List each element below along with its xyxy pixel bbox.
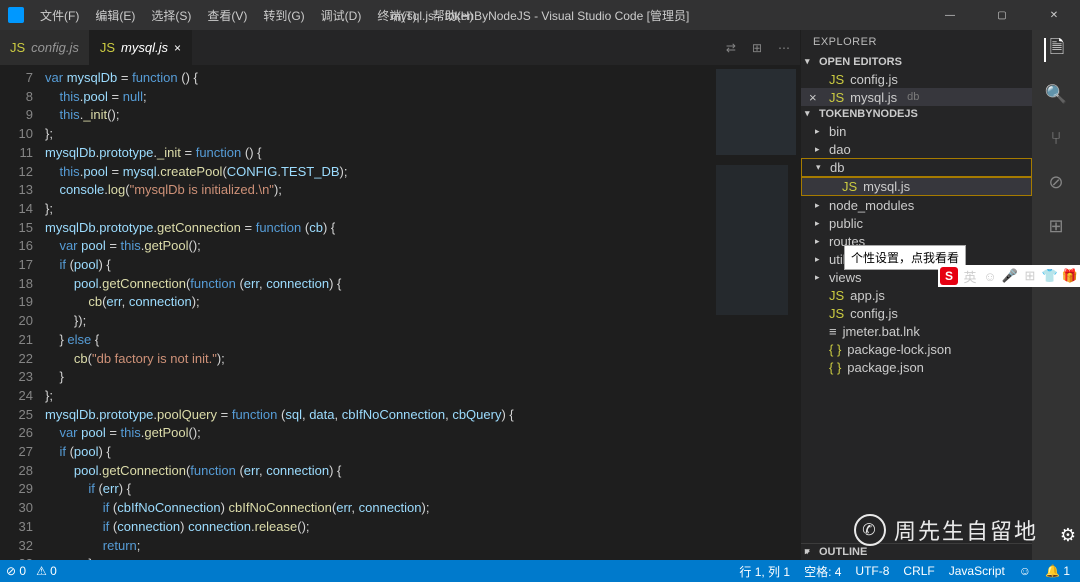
js-file-icon: JS: [829, 72, 844, 87]
minimap[interactable]: [712, 65, 800, 560]
ime-icon[interactable]: 👕: [1042, 268, 1058, 284]
maximize-button[interactable]: ▢: [984, 10, 1020, 21]
watermark: ✆ 周先生自留地: [854, 514, 1038, 546]
folder-item[interactable]: ▸public: [801, 214, 1032, 232]
menu-item[interactable]: 选择(S): [143, 3, 199, 28]
menu-item[interactable]: 转到(G): [255, 3, 312, 28]
title-bar: 文件(F)编辑(E)选择(S)查看(V)转到(G)调试(D)终端(T)帮助(H)…: [0, 0, 1080, 30]
editor-tabs: JSconfig.jsJSmysql.js× ⇄ ⊞ ⋯: [0, 30, 800, 65]
status-item[interactable]: 🔔 1: [1045, 564, 1070, 578]
ime-icon[interactable]: 🎤: [1002, 268, 1018, 284]
tab-action-icon[interactable]: ⊞: [752, 41, 762, 55]
wechat-icon: ✆: [854, 514, 886, 546]
json-file-icon: { }: [829, 360, 841, 375]
menu-item[interactable]: 文件(F): [32, 3, 87, 28]
menu-item[interactable]: 编辑(E): [87, 3, 143, 28]
file-icon: ≡: [829, 324, 837, 339]
status-right: 行 1, 列 1 空格: 4 UTF-8 CRLF JavaScript ☺ 🔔 1: [739, 563, 1080, 580]
debug-icon[interactable]: ⊘: [1044, 170, 1068, 194]
status-item[interactable]: 空格: 4: [804, 563, 841, 580]
open-editor-item[interactable]: ×JSmysql.jsdb: [801, 88, 1032, 106]
editor-group: JSconfig.jsJSmysql.js× ⇄ ⊞ ⋯ 78910111213141…: [0, 30, 800, 560]
search-icon[interactable]: 🔍: [1044, 82, 1068, 106]
status-item[interactable]: ⚠ 0: [36, 564, 57, 578]
status-item[interactable]: JavaScript: [949, 564, 1005, 578]
js-file-icon: JS: [100, 40, 115, 55]
folder-item[interactable]: ▸dao: [801, 140, 1032, 158]
extensions-icon[interactable]: ⊞: [1044, 214, 1068, 238]
ime-icon[interactable]: 英: [962, 268, 978, 284]
window-title: mysql.js - tokenByNodeJS - Visual Studio…: [391, 7, 690, 24]
explorer-sidebar: EXPLORER OPEN EDITORS JSconfig.js × JSmysq…: [800, 30, 1032, 560]
status-bar: ⊘ 0 ⚠ 0 行 1, 列 1 空格: 4 UTF-8 CRLF JavaScript ☺…: [0, 560, 1080, 582]
code-editor[interactable]: 7891011121314151617181920212223242526272…: [0, 65, 800, 560]
js-file-icon: JS: [829, 306, 844, 321]
activity-bar: 🗎 🔍 ⑂ ⊘ ⊞: [1032, 30, 1080, 560]
json-file-icon: { }: [829, 342, 841, 357]
status-item[interactable]: CRLF: [903, 564, 934, 578]
folder-item[interactable]: ▸bin: [801, 122, 1032, 140]
file-item[interactable]: ≡jmeter.bat.lnk: [801, 322, 1032, 340]
window-controls: — ▢ ✕: [932, 10, 1072, 21]
ime-toolbar[interactable]: S 英☺🎤⊞👕🎁: [938, 265, 1080, 287]
file-item[interactable]: { }package.json: [801, 358, 1032, 376]
project-section[interactable]: TOKENBYNODEJS: [801, 106, 1032, 122]
ime-icon[interactable]: ⊞: [1022, 268, 1038, 284]
status-item[interactable]: ☺: [1019, 564, 1031, 578]
explorer-header: EXPLORER: [801, 30, 1032, 54]
file-item[interactable]: JSconfig.js: [801, 304, 1032, 322]
open-editors-section[interactable]: OPEN EDITORS: [801, 54, 1032, 70]
folder-item[interactable]: ▸node_modules: [801, 196, 1032, 214]
js-file-icon: JS: [842, 179, 857, 194]
status-item[interactable]: UTF-8: [855, 564, 889, 578]
js-file-icon: JS: [10, 40, 25, 55]
line-gutter: 7891011121314151617181920212223242526272…: [0, 65, 45, 560]
js-file-icon: JS: [829, 90, 844, 105]
close-button[interactable]: ✕: [1036, 10, 1072, 21]
tab-actions: ⇄ ⊞ ⋯: [726, 30, 800, 65]
status-item[interactable]: 行 1, 列 1: [739, 563, 790, 580]
source-control-icon[interactable]: ⑂: [1044, 126, 1068, 150]
minimize-button[interactable]: —: [932, 10, 968, 21]
settings-gear-icon[interactable]: ⚙: [1060, 525, 1076, 546]
sogou-logo-icon[interactable]: S: [940, 267, 958, 285]
file-item[interactable]: JSmysql.js: [801, 177, 1032, 196]
vscode-logo-icon: [8, 7, 24, 23]
menu-item[interactable]: 查看(V): [199, 3, 255, 28]
close-icon[interactable]: ×: [174, 41, 181, 55]
folder-item[interactable]: ▾db: [801, 158, 1032, 177]
open-editor-item[interactable]: JSconfig.js: [801, 70, 1032, 88]
ime-icon[interactable]: 🎁: [1062, 268, 1078, 284]
status-left: ⊘ 0 ⚠ 0: [0, 564, 57, 578]
editor-tab[interactable]: JSconfig.js: [0, 30, 90, 65]
code-content[interactable]: var mysqlDb = function () { this.pool = …: [45, 65, 712, 560]
menu-item[interactable]: 调试(D): [313, 3, 370, 28]
tab-action-icon[interactable]: ⋯: [778, 41, 790, 55]
close-icon[interactable]: ×: [809, 90, 817, 105]
editor-tab[interactable]: JSmysql.js×: [90, 30, 192, 65]
file-item[interactable]: JSapp.js: [801, 286, 1032, 304]
ime-icon[interactable]: ☺: [982, 268, 998, 284]
status-item[interactable]: ⊘ 0: [6, 564, 26, 578]
files-icon[interactable]: 🗎: [1044, 38, 1068, 62]
file-item[interactable]: { }package-lock.json: [801, 340, 1032, 358]
js-file-icon: JS: [829, 288, 844, 303]
tab-action-icon[interactable]: ⇄: [726, 41, 736, 55]
